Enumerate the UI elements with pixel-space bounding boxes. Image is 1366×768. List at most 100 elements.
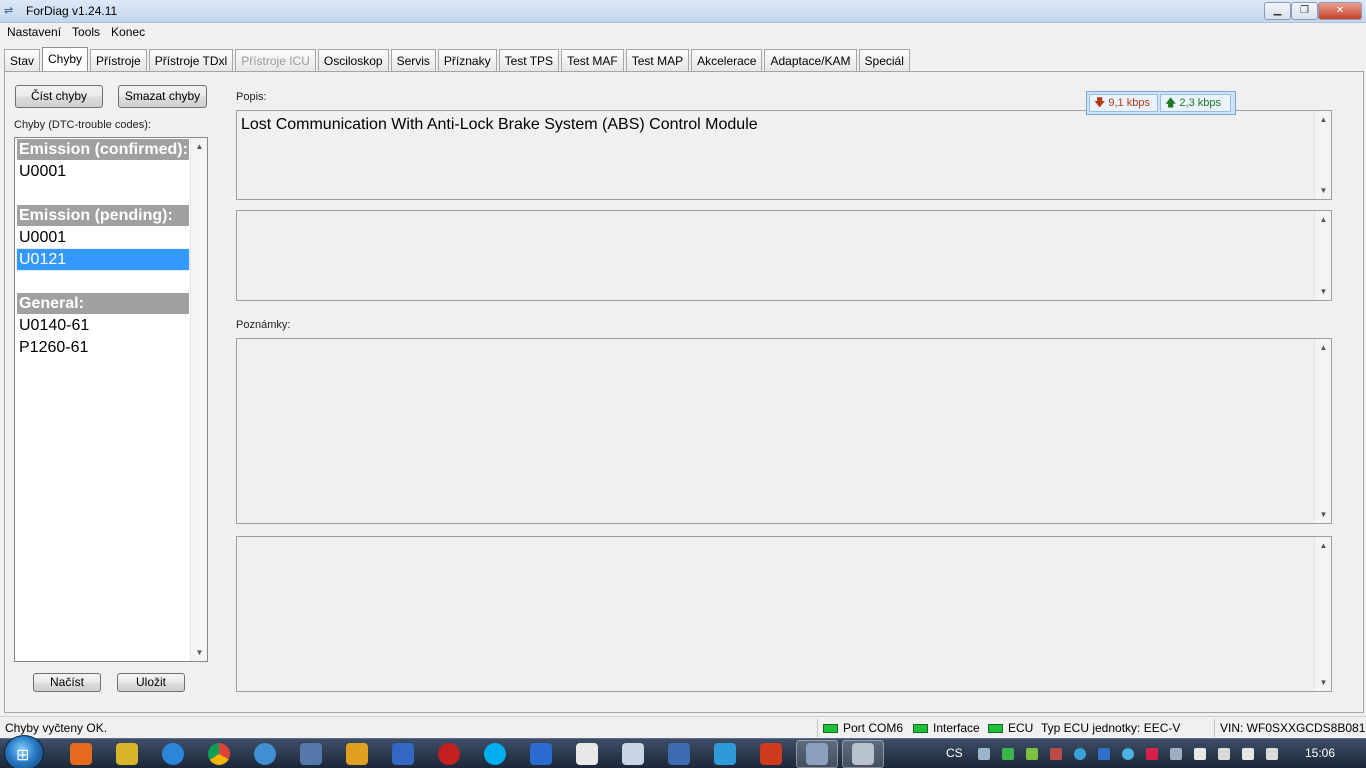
tab-osciloskop[interactable]: Osciloskop <box>317 49 389 71</box>
tray-icon-5[interactable] <box>1074 748 1086 760</box>
skype-icon[interactable] <box>484 743 506 765</box>
title-bar: ⇌ ForDiag v1.24.11 ▁ ❐ ✕ <box>0 0 1366 23</box>
list-item[interactable]: P1260-61 <box>17 337 189 358</box>
status-vin: VIN: WF0SXXGCDS8B08128 <box>1220 721 1366 735</box>
tab-special[interactable]: Speciál <box>858 49 910 71</box>
chrome-icon[interactable] <box>208 743 230 765</box>
detail-scrollbar[interactable]: ▲ ▼ <box>1314 211 1331 300</box>
media-player-icon[interactable] <box>346 743 368 765</box>
list-item[interactable]: U0140-61 <box>17 315 189 336</box>
scroll-up-arrow-icon[interactable]: ▲ <box>1315 111 1332 128</box>
notes-label: Poznámky: <box>236 319 291 331</box>
load-button[interactable]: Načíst <box>33 673 101 692</box>
tab-stav[interactable]: Stav <box>4 49 41 71</box>
description-text: Lost Communication With Anti-Lock Brake … <box>241 116 758 133</box>
tray-icon-6[interactable] <box>1122 748 1134 760</box>
tab-test-maf[interactable]: Test MAF <box>561 49 624 71</box>
app-icon-window[interactable] <box>622 743 644 765</box>
menu-nastaveni[interactable]: Nastavení <box>0 23 65 43</box>
scroll-down-arrow-icon[interactable]: ▼ <box>1315 674 1332 691</box>
minimize-button[interactable]: ▁ <box>1264 2 1291 20</box>
signal-icon[interactable] <box>1242 748 1254 760</box>
start-button[interactable]: ⊞ <box>4 735 44 768</box>
tray-icon-4[interactable] <box>1050 748 1062 760</box>
app-icon-blue[interactable] <box>254 743 276 765</box>
volume-icon[interactable] <box>1266 748 1278 760</box>
scroll-down-arrow-icon[interactable]: ▼ <box>1315 182 1332 199</box>
tab-pristroje[interactable]: Přístroje <box>90 49 147 71</box>
description-scrollbar[interactable]: ▲ ▼ <box>1314 111 1331 199</box>
tray-icon-1[interactable] <box>978 748 990 760</box>
status-interface: Interface <box>913 721 980 735</box>
dtc-group-pending: Emission (pending): <box>17 205 189 226</box>
list-item[interactable]: U0001 <box>17 227 189 248</box>
menu-tools[interactable]: Tools <box>65 23 104 43</box>
scroll-up-arrow-icon[interactable]: ▲ <box>1315 339 1332 356</box>
list-item-selected[interactable]: U0121 <box>16 248 190 271</box>
scroll-down-arrow-icon[interactable]: ▼ <box>1315 506 1332 523</box>
read-errors-button[interactable]: Číst chyby <box>15 85 103 108</box>
notes-2-scrollbar[interactable]: ▲ ▼ <box>1314 537 1331 691</box>
app-icon-orange[interactable] <box>760 743 782 765</box>
tray-icon-8[interactable] <box>1170 748 1182 760</box>
tray-icon-2[interactable] <box>1002 748 1014 760</box>
scroll-down-arrow-icon[interactable]: ▼ <box>191 644 208 661</box>
upload-speed-value: 2,3 kbps <box>1179 97 1221 109</box>
save-button[interactable]: Uložit <box>117 673 185 692</box>
tab-servis[interactable]: Servis <box>390 49 436 71</box>
tab-test-tps[interactable]: Test TPS <box>498 49 560 71</box>
internet-explorer-icon[interactable] <box>162 743 184 765</box>
status-message: Chyby vyčteny OK. <box>5 721 108 735</box>
tray-icon-3[interactable] <box>1026 748 1038 760</box>
window-controls: ▁ ❐ ✕ <box>1264 2 1362 20</box>
clock[interactable]: 15:06 <box>1305 746 1335 760</box>
list-item[interactable]: U0001 <box>17 161 189 182</box>
app-icon-red[interactable] <box>438 743 460 765</box>
app-icon-arrow[interactable] <box>530 743 552 765</box>
tab-bar: Stav Chyby Přístroje Přístroje TDxl Přís… <box>4 47 912 71</box>
scroll-down-arrow-icon[interactable]: ▼ <box>1315 283 1332 300</box>
notes-memo-2[interactable]: ▲ ▼ <box>236 536 1332 692</box>
app-icon-white[interactable] <box>576 743 598 765</box>
status-separator <box>1214 719 1215 737</box>
dtc-list-scrollbar[interactable]: ▲ ▼ <box>190 138 207 661</box>
tab-chyby[interactable]: Chyby <box>42 47 89 71</box>
close-button[interactable]: ✕ <box>1318 2 1362 20</box>
dtc-list-label: Chyby (DTC-trouble codes): <box>14 119 151 131</box>
firefox-icon[interactable] <box>70 743 92 765</box>
app-icon-box[interactable] <box>300 743 322 765</box>
status-separator <box>817 719 818 737</box>
scroll-up-arrow-icon[interactable]: ▲ <box>1315 211 1332 228</box>
scroll-up-arrow-icon[interactable]: ▲ <box>191 138 208 155</box>
download-arrow-icon: 🡇 <box>1094 97 1106 109</box>
detail-memo[interactable]: ▲ ▼ <box>236 210 1332 301</box>
tab-priznaky[interactable]: Příznaky <box>437 49 497 71</box>
status-ecu-label: ECU <box>1008 721 1034 735</box>
upload-speed: 🡅 2,3 kbps <box>1160 94 1231 112</box>
tab-test-map[interactable]: Test MAP <box>625 49 690 71</box>
language-indicator[interactable]: CS <box>946 746 963 760</box>
save-app-icon[interactable] <box>392 743 414 765</box>
battery-icon[interactable] <box>1218 748 1230 760</box>
scroll-up-arrow-icon[interactable]: ▲ <box>1315 537 1332 554</box>
upload-arrow-icon: 🡅 <box>1165 97 1177 109</box>
app-icon-yellow[interactable] <box>116 743 138 765</box>
tray-icon-7[interactable] <box>1146 748 1158 760</box>
interface-led-icon <box>913 724 928 733</box>
action-center-flag-icon[interactable] <box>1194 748 1206 760</box>
description-label: Popis: <box>236 91 267 103</box>
description-memo[interactable]: Lost Communication With Anti-Lock Brake … <box>236 110 1332 200</box>
app-icon-device[interactable] <box>668 743 690 765</box>
notes-scrollbar[interactable]: ▲ ▼ <box>1314 339 1331 523</box>
menu-konec[interactable]: Konec <box>104 23 149 43</box>
app-icon-camera[interactable] <box>714 743 736 765</box>
tab-akcelerace[interactable]: Akcelerace <box>691 49 763 71</box>
clear-errors-button[interactable]: Smazat chyby <box>118 85 207 108</box>
tab-adaptace-kam[interactable]: Adaptace/KAM <box>764 49 857 71</box>
notes-memo[interactable]: ▲ ▼ <box>236 338 1332 524</box>
maximize-button[interactable]: ❐ <box>1291 2 1318 20</box>
bluetooth-icon[interactable] <box>1098 748 1110 760</box>
tab-pristroje-tdxl[interactable]: Přístroje TDxl <box>148 49 234 71</box>
dtc-group-general: General: <box>17 293 189 314</box>
dtc-list[interactable]: Emission (confirmed): U0001 Emission (pe… <box>14 137 208 662</box>
